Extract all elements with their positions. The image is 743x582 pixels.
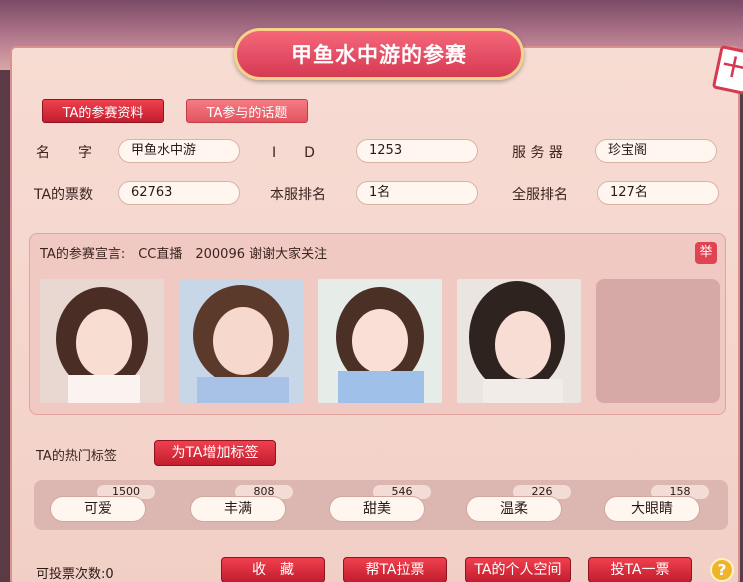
server-label: 服 务 器 — [512, 145, 563, 161]
contest-photo[interactable] — [318, 279, 442, 403]
id-label: I D — [272, 145, 315, 161]
name-field: 甲鱼水中游 — [118, 139, 240, 163]
collect-button[interactable]: 收 藏 — [221, 557, 325, 582]
id-field: 1253 — [356, 139, 478, 163]
remaining-votes: 可投票次数:0 — [36, 567, 114, 582]
manifesto-text: TA的参赛宣言: CC直播 200096 谢谢大家关注 — [40, 247, 328, 262]
votes-field: 62763 — [118, 181, 240, 205]
server-field: 珍宝阁 — [595, 139, 717, 163]
manifesto-panel: TA的参赛宣言: CC直播 200096 谢谢大家关注 举 — [29, 233, 726, 415]
portrait-image — [318, 279, 442, 403]
page-title: 甲鱼水中游的参赛 — [234, 28, 524, 80]
global-rank-label: 全服排名 — [512, 187, 568, 203]
portrait-image — [40, 279, 164, 403]
personal-space-button[interactable]: TA的个人空间 — [465, 557, 571, 582]
contest-photo[interactable] — [179, 279, 303, 403]
contest-photo[interactable] — [40, 279, 164, 403]
add-tag-button[interactable]: 为TA增加标签 — [154, 440, 276, 466]
votes-label: TA的票数 — [34, 187, 94, 203]
tags-strip: 1500 可爱 808 丰满 546 甜美 226 温柔 158 大眼睛 — [34, 480, 728, 530]
help-icon[interactable]: ? — [710, 558, 734, 582]
hot-tags-label: TA的热门标签 — [36, 449, 117, 464]
vote-button[interactable]: 投TA一票 — [588, 557, 692, 582]
tag-cute[interactable]: 可爱 — [50, 496, 146, 522]
portrait-image — [179, 279, 303, 403]
report-button[interactable]: 举 — [695, 242, 717, 264]
contest-photo[interactable] — [457, 279, 581, 403]
server-rank-label: 本服排名 — [270, 187, 326, 203]
name-label: 名 字 — [36, 145, 92, 161]
tab-topics[interactable]: TA参与的话题 — [186, 99, 308, 123]
tab-contest-profile[interactable]: TA的参赛资料 — [42, 99, 164, 123]
portrait-image — [457, 279, 581, 403]
tag-sweet[interactable]: 甜美 — [329, 496, 425, 522]
tag-plump[interactable]: 丰满 — [190, 496, 286, 522]
canvass-button[interactable]: 帮TA拉票 — [343, 557, 447, 582]
server-rank-field: 1名 — [356, 181, 478, 205]
tag-big-eyes[interactable]: 大眼睛 — [604, 496, 700, 522]
empty-photo-slot[interactable] — [596, 279, 720, 403]
global-rank-field: 127名 — [597, 181, 719, 205]
tag-gentle[interactable]: 温柔 — [466, 496, 562, 522]
